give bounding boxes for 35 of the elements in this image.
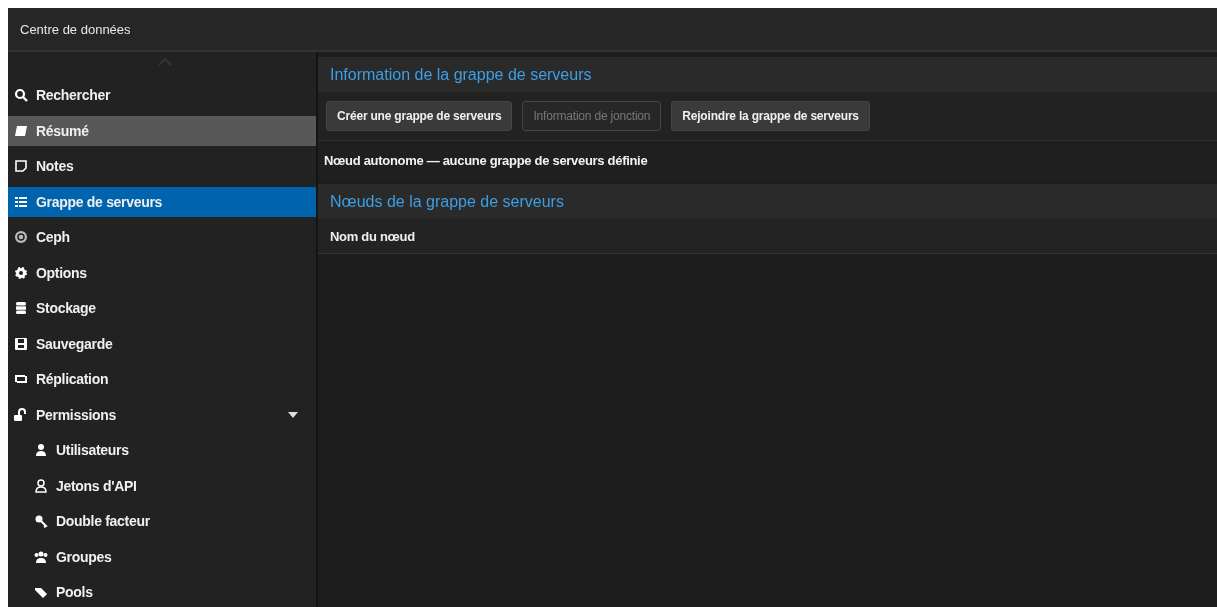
cluster-icon — [14, 194, 28, 209]
sidebar-item[interactable]: Stockage — [8, 293, 316, 323]
status-text: Nœud autonome — aucune grappe de serveurs définie — [324, 152, 648, 168]
sidebar-item[interactable]: Rechercher — [8, 80, 316, 110]
sidebar-item[interactable]: Ceph — [8, 222, 316, 252]
panel-title: Information de la grappe de serveurs — [330, 65, 592, 84]
unlock-icon — [14, 407, 28, 422]
users-icon — [34, 549, 48, 564]
sidebar-item[interactable]: Réplication — [8, 364, 316, 394]
sidebar-item[interactable]: Permissions — [8, 399, 316, 430]
toolbar-button[interactable]: Rejoindre la grappe de serveurs — [671, 101, 870, 131]
key-icon — [34, 514, 48, 528]
sidebar-item[interactable]: Options — [8, 257, 316, 288]
search-icon — [14, 88, 28, 102]
sidebar-item[interactable]: Double facteur — [8, 506, 316, 536]
sidebar-item[interactable]: Sauvegarde — [8, 328, 316, 359]
sidebar-item[interactable]: Résumé — [8, 115, 316, 146]
caret-down-icon[interactable] — [288, 411, 298, 418]
datacenter-title: Centre de données — [20, 21, 131, 37]
sidebar-item[interactable]: Pools — [8, 577, 316, 607]
sidebar-item[interactable]: Utilisateurs — [8, 435, 316, 465]
sidebar-item[interactable]: Jetons d'API — [8, 470, 316, 501]
book-icon — [14, 123, 28, 138]
sidebar-item[interactable]: Notes — [8, 151, 316, 181]
user-icon — [34, 443, 48, 457]
user-outline-icon — [34, 478, 48, 493]
toolbar-button[interactable]: Créer une grappe de serveurs — [326, 101, 513, 131]
panel-title: Nœuds de la grappe de serveurs — [330, 192, 564, 211]
column-header[interactable]: Nom du nœud — [318, 228, 415, 244]
note-icon — [14, 159, 28, 173]
sidebar-item[interactable]: Grappe de serveurs — [8, 186, 316, 217]
tag-icon — [34, 585, 48, 599]
save-icon — [14, 336, 28, 351]
gear-icon — [14, 265, 28, 280]
sidebar-item[interactable]: Groupes — [8, 541, 316, 572]
